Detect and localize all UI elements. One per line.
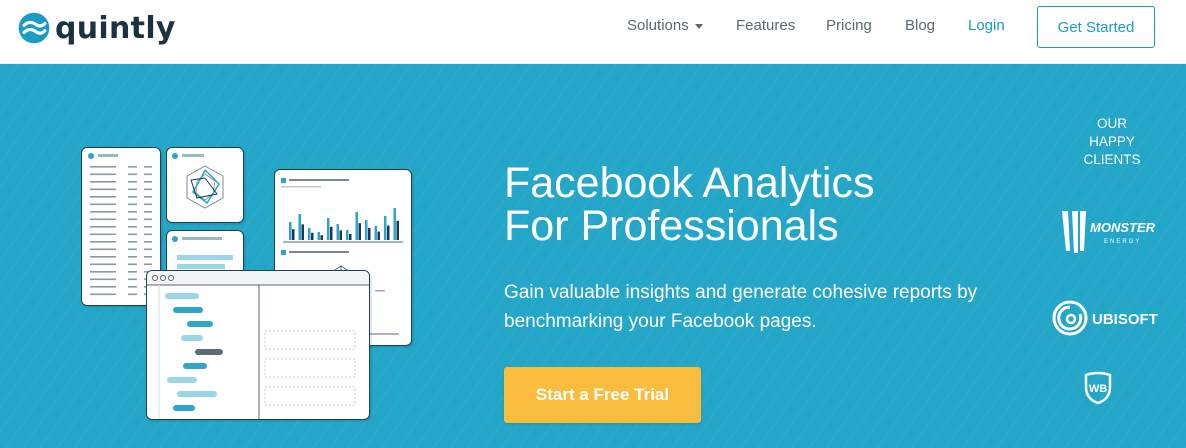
hero-subtitle-line-1: Gain valuable insights and generate cohe… (504, 282, 978, 303)
ubisoft-logo: UBISOFT (1052, 298, 1176, 343)
editor-card-graphic (147, 271, 369, 419)
illustration-radar-card (166, 147, 244, 223)
logo-wordmark: quintly (55, 10, 176, 46)
ubisoft-text: UBISOFT (1092, 311, 1158, 328)
hero-title-line-1: Facebook Analytics (504, 159, 875, 207)
chevron-down-icon (694, 23, 703, 29)
clients-heading-line-3: CLIENTS (1083, 152, 1141, 167)
monster-claw-icon: MONSTER ENERGY (1062, 211, 1156, 253)
wb-text: WB (1089, 383, 1107, 395)
dashboard-reports-illustration (76, 144, 416, 424)
monster-subtext: ENERGY (1104, 239, 1141, 245)
clients-heading: OUR HAPPY CLIENTS (1066, 115, 1158, 169)
hero-title-line-2: For Professionals (504, 202, 839, 250)
get-started-button[interactable]: Get Started (1037, 6, 1155, 48)
start-free-trial-button[interactable]: Start a Free Trial (504, 367, 701, 423)
hero-title: Facebook Analytics For Professionals (504, 162, 874, 248)
quintly-logo[interactable]: quintly (16, 8, 176, 48)
nav-features[interactable]: Features (736, 17, 795, 35)
quintly-logo-icon (18, 12, 50, 44)
clients-heading-line-2: HAPPY (1089, 134, 1135, 149)
nav-pricing[interactable]: Pricing (826, 17, 872, 35)
hero-subtitle-line-2: benchmarking your Facebook pages. (504, 311, 817, 332)
warner-bros-shield-icon: WB (1084, 371, 1112, 405)
nav-solutions[interactable]: Solutions (627, 17, 703, 35)
ubisoft-swirl-icon: UBISOFT (1052, 300, 1158, 336)
nav-login[interactable]: Login (968, 17, 1005, 35)
radar-card-graphic (172, 153, 224, 209)
hero-section: Facebook Analytics For Professionals Gai… (0, 64, 1186, 448)
top-navbar: quintly Solutions Features Pricing Blog … (0, 0, 1186, 64)
clients-heading-line-1: OUR (1097, 116, 1127, 131)
monster-text: MONSTER (1090, 220, 1156, 235)
illustration-editor-card (146, 270, 370, 420)
nav-solutions-label: Solutions (627, 17, 689, 34)
warner-bros-logo: WB (1083, 371, 1113, 410)
nav-blog[interactable]: Blog (905, 17, 935, 35)
hero-subtitle: Gain valuable insights and generate cohe… (504, 278, 1024, 336)
monster-energy-logo: MONSTER ENERGY (1058, 207, 1168, 262)
